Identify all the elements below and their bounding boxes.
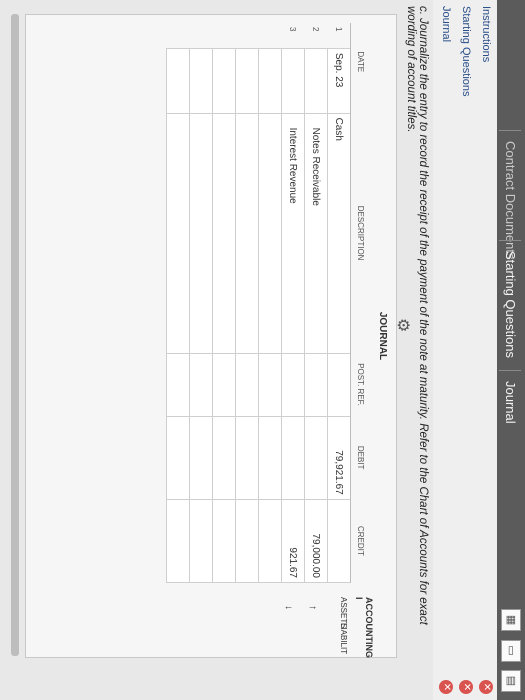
- credit-cell[interactable]: [258, 499, 282, 583]
- description-cell[interactable]: [235, 113, 259, 354]
- date-cell[interactable]: [281, 48, 305, 114]
- close-icon[interactable]: ✕: [439, 680, 453, 694]
- table-row: [235, 23, 259, 583]
- tab-journal[interactable]: Journal: [499, 370, 521, 434]
- description-cell[interactable]: Interest Revenue: [281, 113, 305, 354]
- post-ref-cell[interactable]: [212, 353, 236, 416]
- nav-item-instructions[interactable]: Instructions: [477, 6, 495, 62]
- layout-icon[interactable]: ▤: [501, 670, 521, 692]
- horizontal-scrollbar[interactable]: [11, 14, 19, 656]
- close-icon[interactable]: ✕: [459, 680, 473, 694]
- nav-item-starting-questions[interactable]: Starting Questions: [457, 6, 475, 97]
- credit-cell[interactable]: [189, 499, 213, 583]
- description-cell[interactable]: Cash: [327, 113, 351, 354]
- accounting-equation-title: ACCOUNTING I: [354, 597, 374, 658]
- post-ref-cell[interactable]: [281, 353, 305, 416]
- top-tab-bar: Contract Documents Starting Questions Jo…: [497, 0, 525, 700]
- date-cell[interactable]: [212, 48, 236, 114]
- credit-cell[interactable]: 79,000.00: [304, 499, 328, 583]
- panel-icon[interactable]: ▭: [501, 639, 521, 662]
- post-ref-cell[interactable]: [235, 353, 259, 416]
- table-row: 2 Notes Receivable 79,000.00: [304, 23, 328, 583]
- close-icon[interactable]: ✕: [479, 680, 493, 694]
- tab-starting-questions[interactable]: Starting Questions: [499, 240, 521, 368]
- post-ref-cell[interactable]: [304, 353, 328, 416]
- journal-table: DATE DESCRIPTION POST. REF. DEBIT CREDIT…: [166, 23, 370, 583]
- date-cell[interactable]: [166, 48, 190, 114]
- date-cell[interactable]: [258, 48, 282, 114]
- row-number: 1: [334, 27, 344, 32]
- col-date: DATE: [350, 48, 370, 114]
- table-row: [258, 23, 282, 583]
- description-cell[interactable]: Notes Receivable: [304, 113, 328, 354]
- description-cell[interactable]: [258, 113, 282, 354]
- post-ref-cell[interactable]: [258, 353, 282, 416]
- debit-cell[interactable]: [212, 416, 236, 500]
- table-row: [166, 23, 190, 583]
- description-cell[interactable]: [212, 113, 236, 354]
- post-ref-cell[interactable]: [327, 353, 351, 416]
- col-post-ref: POST. REF.: [350, 353, 370, 416]
- debit-cell[interactable]: [258, 416, 282, 500]
- table-row: 1 Sep. 23 Cash 79,921.67: [327, 23, 351, 583]
- debit-cell[interactable]: [304, 416, 328, 500]
- table-row: [189, 23, 213, 583]
- rotated-screen: Contract Documents Starting Questions Jo…: [0, 0, 525, 700]
- row-number: 3: [288, 27, 298, 32]
- liabilities-label: LIABILIT: [339, 623, 348, 655]
- debit-cell[interactable]: [281, 416, 305, 500]
- date-cell[interactable]: Sep. 23: [327, 48, 351, 114]
- debit-cell[interactable]: [189, 416, 213, 500]
- description-cell[interactable]: [166, 113, 190, 354]
- toolbar-icons: ▦ ▭ ▤: [501, 605, 521, 692]
- accounting-equation-panel: ACCOUNTING I ASSETSLIABILIT: [339, 597, 374, 658]
- assets-label: ASSETS: [339, 597, 348, 629]
- credit-cell[interactable]: [327, 499, 351, 583]
- post-ref-cell[interactable]: [166, 353, 190, 416]
- journal-title: JOURNAL: [377, 311, 388, 361]
- description-cell[interactable]: [189, 113, 213, 354]
- nav-item-journal[interactable]: Journal: [437, 6, 455, 42]
- row-number: 2: [311, 27, 321, 32]
- credit-cell[interactable]: [235, 499, 259, 583]
- table-row: 3 Interest Revenue 921.67: [281, 23, 305, 583]
- col-description: DESCRIPTION: [350, 113, 370, 354]
- debit-cell[interactable]: [166, 416, 190, 500]
- section-nav: Instructions Starting Questions Journal …: [433, 0, 497, 700]
- debit-cell[interactable]: 79,921.67: [327, 416, 351, 500]
- table-row: [212, 23, 236, 583]
- credit-cell[interactable]: [212, 499, 236, 583]
- credit-cell[interactable]: [166, 499, 190, 583]
- date-cell[interactable]: [235, 48, 259, 114]
- date-cell[interactable]: [189, 48, 213, 114]
- journal-panel: JOURNAL DATE DESCRIPTION POST. REF. DEBI…: [25, 14, 397, 658]
- date-cell[interactable]: [304, 48, 328, 114]
- arrow-down-icon: ↓: [283, 605, 294, 610]
- debit-cell[interactable]: [235, 416, 259, 500]
- col-debit: DEBIT: [350, 416, 370, 500]
- grid-icon[interactable]: ▦: [501, 609, 521, 632]
- arrow-up-icon: ↑: [307, 605, 318, 610]
- credit-cell[interactable]: 921.67: [281, 499, 305, 583]
- col-credit: CREDIT: [350, 499, 370, 583]
- post-ref-cell[interactable]: [189, 353, 213, 416]
